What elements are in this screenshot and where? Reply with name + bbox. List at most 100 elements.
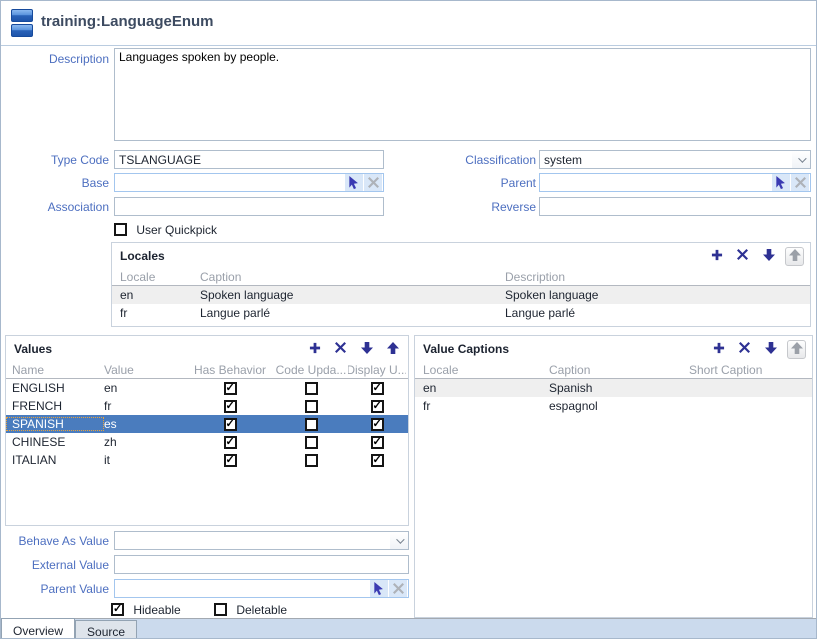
table-row[interactable]: enSpanish bbox=[415, 379, 812, 397]
delete-button[interactable] bbox=[331, 340, 350, 359]
arrow-down-icon bbox=[765, 342, 777, 357]
reverse-label: Reverse bbox=[411, 199, 536, 215]
table-row[interactable]: SPANISHes✓✓ bbox=[6, 415, 408, 433]
cursor-pick-icon bbox=[775, 176, 787, 190]
values-title: Values bbox=[14, 342, 52, 356]
display-update-checkbox[interactable]: ✓ bbox=[371, 400, 384, 413]
delete-button[interactable] bbox=[733, 247, 752, 266]
clear-x-icon bbox=[795, 177, 806, 188]
parent-pick-button[interactable] bbox=[772, 174, 790, 191]
cell: zh bbox=[104, 435, 186, 449]
parent-label: Parent bbox=[411, 175, 536, 191]
plus-icon bbox=[309, 342, 321, 357]
values-column-headers: NameValueHas BehaviorCode Upda...Display… bbox=[6, 362, 408, 379]
table-row[interactable]: FRENCHfr ✓ ✓ bbox=[6, 397, 408, 415]
code-update-checkbox[interactable] bbox=[305, 454, 318, 467]
base-clear-button[interactable] bbox=[364, 174, 382, 191]
parent-picker-field[interactable] bbox=[539, 173, 811, 192]
display-update-checkbox[interactable]: ✓ bbox=[371, 418, 384, 431]
association-input[interactable] bbox=[114, 197, 384, 216]
cell: Spoken language bbox=[505, 288, 810, 302]
type-code-input[interactable] bbox=[114, 150, 384, 169]
cell: Spoken language bbox=[200, 288, 505, 302]
base-input[interactable] bbox=[115, 174, 345, 191]
tab-overview[interactable]: Overview bbox=[1, 618, 75, 639]
code-update-checkbox[interactable] bbox=[305, 418, 318, 431]
display-update-checkbox[interactable]: ✓ bbox=[371, 436, 384, 449]
base-picker-field[interactable] bbox=[114, 173, 384, 192]
table-row[interactable]: frespagnol bbox=[415, 397, 812, 415]
move-down-button[interactable] bbox=[759, 247, 778, 266]
has-behavior-checkbox[interactable]: ✓ bbox=[224, 382, 237, 395]
table-row[interactable]: frLangue parléLangue parlé bbox=[112, 304, 810, 322]
column-header: Name bbox=[6, 363, 104, 377]
table-row[interactable]: ITALIANit ✓ ✓ bbox=[6, 451, 408, 469]
parent-value-input[interactable] bbox=[115, 580, 370, 597]
external-value-input[interactable] bbox=[114, 555, 409, 574]
parent-value-label: Parent Value bbox=[1, 581, 109, 597]
has-behavior-checkbox[interactable]: ✓ bbox=[224, 436, 237, 449]
locales-column-headers: LocaleCaptionDescription bbox=[112, 269, 810, 286]
external-value-label: External Value bbox=[1, 557, 109, 573]
delete-button[interactable] bbox=[735, 340, 754, 359]
value-captions-section: Value Captions LocaleCaptionShort Captio… bbox=[414, 335, 813, 618]
column-header: Value bbox=[104, 363, 186, 377]
parent-clear-button[interactable] bbox=[791, 174, 809, 191]
add-button[interactable] bbox=[305, 340, 324, 359]
description-label: Description bbox=[1, 51, 109, 67]
parent-value-clear-button[interactable] bbox=[389, 580, 407, 597]
classification-dropdown[interactable]: system bbox=[539, 150, 811, 169]
move-up-button[interactable] bbox=[383, 340, 402, 359]
add-button[interactable] bbox=[709, 340, 728, 359]
hideable-label: Hideable bbox=[133, 603, 180, 617]
has-behavior-checkbox[interactable]: ✓ bbox=[224, 418, 237, 431]
parent-input[interactable] bbox=[540, 174, 772, 191]
base-pick-button[interactable] bbox=[345, 174, 363, 191]
display-update-checkbox[interactable]: ✓ bbox=[371, 454, 384, 467]
code-update-checkbox[interactable] bbox=[305, 400, 318, 413]
behave-as-value-label: Behave As Value bbox=[1, 533, 109, 549]
table-row[interactable]: ENGLISHen ✓ ✓ bbox=[6, 379, 408, 397]
move-down-button[interactable] bbox=[357, 340, 376, 359]
code-update-checkbox[interactable] bbox=[305, 436, 318, 449]
cell: en bbox=[112, 288, 200, 302]
move-up-button[interactable] bbox=[787, 340, 806, 359]
parent-value-pick-button[interactable] bbox=[370, 580, 388, 597]
table-row[interactable]: CHINESEzh ✓ ✓ bbox=[6, 433, 408, 451]
classification-label: Classification bbox=[411, 152, 536, 168]
classification-value: system bbox=[544, 153, 792, 167]
cell: ITALIAN bbox=[6, 453, 104, 467]
cell: FRENCH bbox=[6, 399, 104, 413]
value-captions-column-headers: LocaleCaptionShort Caption bbox=[415, 362, 812, 379]
column-header: Short Caption bbox=[689, 363, 812, 377]
chevron-down-icon[interactable] bbox=[390, 532, 408, 549]
has-behavior-checkbox[interactable]: ✓ bbox=[224, 400, 237, 413]
move-up-button[interactable] bbox=[785, 247, 804, 266]
table-row[interactable]: enSpoken languageSpoken language bbox=[112, 286, 810, 304]
has-behavior-checkbox[interactable]: ✓ bbox=[224, 454, 237, 467]
delete-x-icon bbox=[737, 249, 748, 263]
cursor-pick-icon bbox=[348, 176, 360, 190]
add-button[interactable] bbox=[707, 247, 726, 266]
reverse-input[interactable] bbox=[539, 197, 811, 216]
arrow-down-icon bbox=[763, 249, 775, 264]
values-section: Values NameValueHas BehaviorCode Upda...… bbox=[5, 335, 409, 526]
cell: fr bbox=[104, 399, 186, 413]
cell: CHINESE bbox=[6, 435, 104, 449]
cell: ENGLISH bbox=[6, 381, 104, 395]
chevron-down-icon[interactable] bbox=[792, 151, 810, 168]
display-update-checkbox[interactable]: ✓ bbox=[371, 382, 384, 395]
move-down-button[interactable] bbox=[761, 340, 780, 359]
cell: it bbox=[104, 453, 186, 467]
enum-icon bbox=[11, 9, 33, 37]
description-input[interactable]: Languages spoken by people. bbox=[114, 48, 811, 141]
hideable-checkbox[interactable]: ✓ bbox=[111, 603, 124, 616]
parent-value-picker-field[interactable] bbox=[114, 579, 409, 598]
tab-source[interactable]: Source bbox=[75, 620, 137, 639]
code-update-checkbox[interactable] bbox=[305, 382, 318, 395]
behave-as-value-dropdown[interactable] bbox=[114, 531, 409, 550]
user-quickpick-checkbox[interactable] bbox=[114, 223, 127, 236]
cell: en bbox=[104, 381, 186, 395]
cell: SPANISH bbox=[6, 417, 104, 431]
deletable-checkbox[interactable] bbox=[214, 603, 227, 616]
